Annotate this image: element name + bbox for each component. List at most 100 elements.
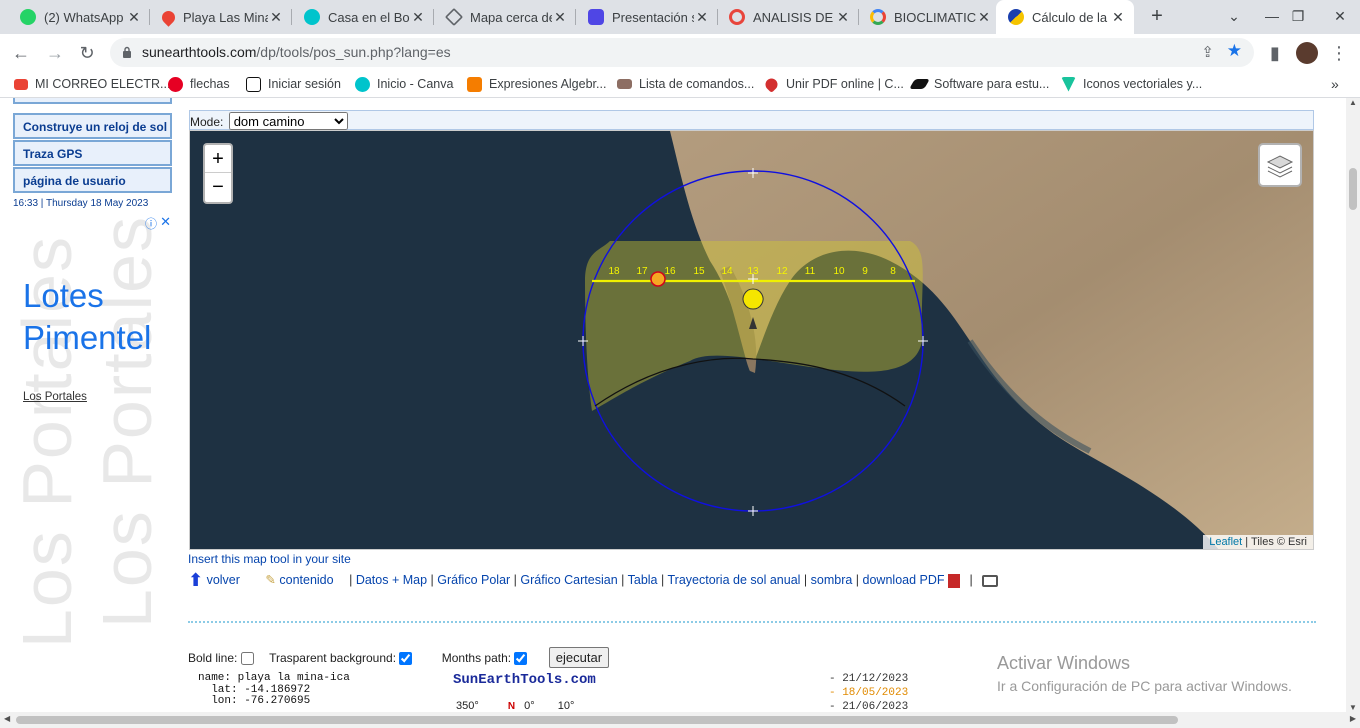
zoom-out-button[interactable]: − bbox=[205, 173, 231, 201]
bold-line-checkbox[interactable] bbox=[240, 652, 254, 666]
datos-map-link[interactable]: Datos + Map bbox=[356, 573, 427, 587]
close-icon[interactable]: ✕ bbox=[410, 9, 426, 26]
new-tab-button[interactable]: + bbox=[1143, 4, 1171, 30]
layers-button[interactable] bbox=[1258, 143, 1302, 187]
cube-icon bbox=[444, 7, 464, 27]
hour-label: 9 bbox=[862, 266, 868, 277]
star-icon[interactable]: ★ bbox=[1227, 41, 1242, 61]
pdf-icon[interactable] bbox=[948, 573, 961, 588]
sidebar-item-hidden[interactable] bbox=[13, 98, 172, 104]
gmail-icon bbox=[14, 78, 28, 90]
insert-map-link[interactable]: Insert this map tool in your site bbox=[188, 552, 351, 566]
ad-link[interactable]: Los Portales bbox=[23, 391, 87, 403]
up-arrow-icon[interactable]: ⬆ bbox=[188, 570, 203, 590]
tab-casa-en-el-bosque[interactable]: Casa en el Bosque ✕ bbox=[292, 0, 434, 34]
tab-presentacion[interactable]: Presentación s ✕ bbox=[576, 0, 718, 34]
tab-title: Playa Las Minas bbox=[183, 9, 268, 25]
grafico-polar-link[interactable]: Gráfico Polar bbox=[437, 573, 510, 587]
sidebar-item-traza-gps[interactable]: Traza GPS bbox=[13, 140, 172, 166]
forward-arrow-icon[interactable]: → bbox=[42, 40, 68, 66]
close-icon[interactable]: ✕ bbox=[976, 9, 992, 26]
contenido-link[interactable]: contenido bbox=[279, 573, 333, 587]
horizontal-scrollbar[interactable]: ◀ ▶ bbox=[0, 712, 1360, 728]
tab-title: Mapa cerca de bbox=[470, 9, 552, 25]
map-canvas[interactable]: 18 17 16 15 14 13 12 11 10 9 8 bbox=[190, 131, 1314, 550]
presentation-icon bbox=[588, 9, 604, 25]
bookmark-software[interactable]: Software para estu... bbox=[909, 75, 1049, 93]
pinterest-icon bbox=[168, 76, 183, 92]
bookmark-mi-correo[interactable]: MI CORREO ELECTR... bbox=[14, 75, 170, 93]
print-icon[interactable] bbox=[982, 574, 999, 587]
nav-links: ⬆ volver ✎ contenido | Datos + Map | Grá… bbox=[188, 570, 999, 591]
sidebar-item-pagina-usuario[interactable]: página de usuario bbox=[13, 167, 172, 193]
ad-banner[interactable]: Los Portales Los Portales ⓘ ✕ Lotes Pime… bbox=[13, 215, 173, 712]
bookmark-iconos[interactable]: Iconos vectoriales y... bbox=[1061, 75, 1202, 93]
back-arrow-icon[interactable]: ← bbox=[8, 40, 34, 66]
page-content: Construye un reloj de sol Traza GPS pági… bbox=[0, 98, 1346, 712]
mode-select[interactable]: dom camino bbox=[228, 112, 348, 130]
close-icon[interactable]: ✕ bbox=[1110, 9, 1126, 26]
tab-analisis[interactable]: ANALISIS DE T ✕ bbox=[717, 0, 859, 34]
legend-date: - 18/05/2023 bbox=[829, 687, 909, 699]
close-icon[interactable]: ✕ bbox=[268, 9, 284, 26]
bookmark-iniciar-sesion[interactable]: Iniciar sesión bbox=[246, 75, 341, 93]
share-icon[interactable]: ⇪ bbox=[1201, 43, 1214, 61]
grafico-cartesian-link[interactable]: Gráfico Cartesian bbox=[520, 573, 617, 587]
download-pdf-link[interactable]: download PDF bbox=[863, 573, 945, 587]
tab-title: BIOCLIMATICA bbox=[894, 9, 976, 25]
date-legend: - 21/12/2023 - 18/05/2023 - 21/06/2023 bbox=[829, 672, 908, 712]
transparent-bg-checkbox[interactable] bbox=[399, 652, 413, 666]
info-icon[interactable]: ⓘ bbox=[145, 215, 157, 232]
vertical-scrollbar[interactable]: ▲ ▼ bbox=[1346, 98, 1360, 712]
close-window-button[interactable]: ✕ bbox=[1318, 0, 1360, 32]
run-button[interactable]: ejecutar bbox=[548, 647, 610, 668]
leaflet-link[interactable]: Leaflet bbox=[1209, 536, 1242, 548]
transparent-bg-label: Trasparent background: bbox=[269, 651, 397, 665]
bookmark-expresiones[interactable]: Expresiones Algebr... bbox=[467, 75, 606, 93]
sombra-link[interactable]: sombra bbox=[811, 573, 853, 587]
tab-playa-las-minas[interactable]: Playa Las Minas ✕ bbox=[150, 0, 292, 34]
notion-icon bbox=[246, 76, 261, 92]
maximize-button[interactable]: ❐ bbox=[1276, 0, 1320, 32]
months-path-checkbox[interactable] bbox=[514, 652, 528, 666]
hour-label: 15 bbox=[693, 266, 705, 277]
close-icon[interactable]: ✕ bbox=[835, 9, 851, 26]
close-icon[interactable]: ✕ bbox=[694, 9, 710, 26]
avatar[interactable] bbox=[1294, 40, 1320, 66]
close-icon[interactable]: ✕ bbox=[126, 9, 142, 26]
hour-label: 17 bbox=[636, 266, 648, 277]
close-icon[interactable]: ✕ bbox=[160, 215, 171, 230]
lock-icon[interactable] bbox=[122, 46, 132, 58]
menu-icon[interactable]: ⋮ bbox=[1326, 40, 1352, 66]
bookmark-unir-pdf[interactable]: Unir PDF online | C... bbox=[763, 75, 904, 93]
tab-calculo-sol[interactable]: Cálculo de la p ✕ bbox=[996, 0, 1134, 34]
hour-label: 11 bbox=[805, 266, 816, 277]
location-pin[interactable] bbox=[742, 288, 764, 310]
sidebar-item-reloj-sol[interactable]: Construye un reloj de sol bbox=[13, 113, 172, 139]
close-icon[interactable]: ✕ bbox=[552, 9, 568, 26]
url-text[interactable]: sunearthtools.com/dp/tools/pos_sun.php?l… bbox=[142, 44, 451, 60]
bold-line-label: Bold line: bbox=[188, 651, 238, 665]
tab-mapa-cerca[interactable]: Mapa cerca de ✕ bbox=[434, 0, 576, 34]
address-bar[interactable]: sunearthtools.com/dp/tools/pos_sun.php?l… bbox=[110, 38, 1254, 67]
side-panel-icon[interactable]: ▮ bbox=[1262, 40, 1288, 66]
tab-whatsapp[interactable]: (2) WhatsApp ✕ bbox=[8, 0, 150, 34]
target-icon bbox=[729, 9, 745, 25]
book-icon[interactable]: ✎ bbox=[265, 573, 275, 587]
more-bookmarks-icon[interactable]: » bbox=[1331, 75, 1339, 93]
hour-label: 18 bbox=[608, 266, 620, 277]
sun-path-map[interactable]: 18 17 16 15 14 13 12 11 10 9 8 + − Leaflet | Tiles… bbox=[189, 130, 1314, 550]
volver-link[interactable]: volver bbox=[207, 573, 240, 587]
tabla-link[interactable]: Tabla bbox=[628, 573, 658, 587]
sun-path-icon bbox=[1008, 9, 1024, 25]
zoom-in-button[interactable]: + bbox=[205, 145, 231, 173]
trayectoria-anual-link[interactable]: Trayectoria de sol anual bbox=[667, 573, 800, 587]
bookmark-canva[interactable]: Inicio - Canva bbox=[355, 75, 453, 93]
reload-icon[interactable]: ↻ bbox=[74, 40, 100, 66]
tab-bioclimatica[interactable]: BIOCLIMATICA ✕ bbox=[858, 0, 1000, 34]
bookmark-lista-comandos[interactable]: Lista de comandos... bbox=[617, 75, 754, 93]
hour-label: 16 bbox=[664, 266, 676, 277]
sun-position-marker[interactable] bbox=[650, 271, 666, 287]
bookmark-flechas[interactable]: flechas bbox=[168, 75, 230, 93]
blogger-icon bbox=[467, 76, 482, 92]
